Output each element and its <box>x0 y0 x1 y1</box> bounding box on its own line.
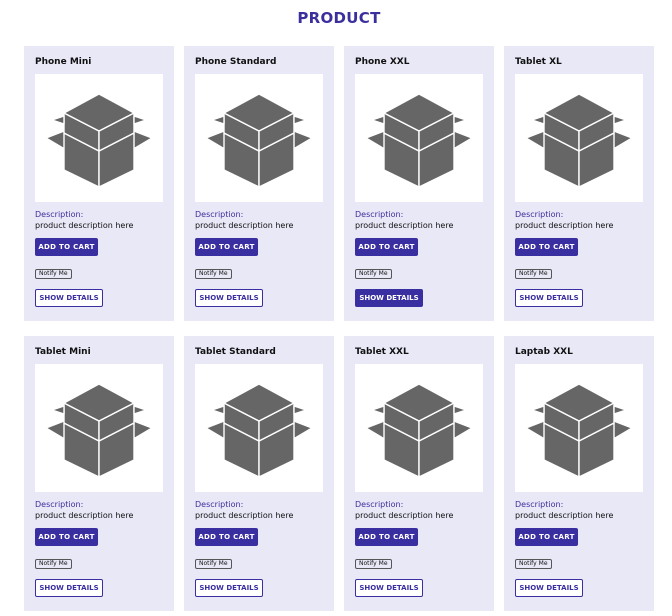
box-icon <box>45 383 153 478</box>
product-grid: Phone Mini Description: product descript… <box>24 46 654 611</box>
description-label: Description: <box>515 210 564 219</box>
add-to-cart-button[interactable]: ADD TO CART <box>35 238 98 256</box>
notify-me-button[interactable]: Notify Me <box>35 269 72 279</box>
description-text: product description here <box>195 511 294 520</box>
page-title: PRODUCT <box>297 9 381 27</box>
product-name: Phone Mini <box>35 57 92 67</box>
description-text: product description here <box>515 511 614 520</box>
show-details-button[interactable]: SHOW DETAILS <box>35 289 103 307</box>
show-details-button[interactable]: SHOW DETAILS <box>355 579 423 597</box>
show-details-button[interactable]: SHOW DETAILS <box>195 289 263 307</box>
notify-me-button[interactable]: Notify Me <box>355 559 392 569</box>
product-image <box>515 74 643 202</box>
product-name: Tablet Standard <box>195 347 276 357</box>
description-text: product description here <box>35 221 134 230</box>
notify-me-button[interactable]: Notify Me <box>515 269 552 279</box>
description-label: Description: <box>195 500 244 509</box>
box-icon <box>525 93 633 188</box>
product-card: Tablet Mini Description: product descrip… <box>24 336 174 611</box>
show-details-button[interactable]: SHOW DETAILS <box>515 289 583 307</box>
description-text: product description here <box>195 221 294 230</box>
description-label: Description: <box>355 500 404 509</box>
notify-me-button[interactable]: Notify Me <box>195 559 232 569</box>
product-image <box>515 364 643 492</box>
box-icon <box>365 383 473 478</box>
notify-me-button[interactable]: Notify Me <box>195 269 232 279</box>
notify-me-button[interactable]: Notify Me <box>355 269 392 279</box>
box-icon <box>205 93 313 188</box>
description-text: product description here <box>515 221 614 230</box>
add-to-cart-button[interactable]: ADD TO CART <box>355 238 418 256</box>
product-card: Tablet XL Description: product descripti… <box>504 46 654 321</box>
add-to-cart-button[interactable]: ADD TO CART <box>195 528 258 546</box>
box-icon <box>525 383 633 478</box>
description-text: product description here <box>35 511 134 520</box>
description-label: Description: <box>355 210 404 219</box>
product-card: Phone Standard Description: product desc… <box>184 46 334 321</box>
show-details-button[interactable]: SHOW DETAILS <box>195 579 263 597</box>
description-label: Description: <box>35 210 84 219</box>
product-name: Tablet XXL <box>355 347 409 357</box>
product-image <box>355 74 483 202</box>
add-to-cart-button[interactable]: ADD TO CART <box>515 238 578 256</box>
add-to-cart-button[interactable]: ADD TO CART <box>355 528 418 546</box>
product-card: Phone XXL Description: product descripti… <box>344 46 494 321</box>
product-image <box>195 364 323 492</box>
product-image <box>35 74 163 202</box>
product-card: Phone Mini Description: product descript… <box>24 46 174 321</box>
product-image <box>355 364 483 492</box>
box-icon <box>365 93 473 188</box>
add-to-cart-button[interactable]: ADD TO CART <box>515 528 578 546</box>
description-label: Description: <box>35 500 84 509</box>
product-image <box>195 74 323 202</box>
notify-me-button[interactable]: Notify Me <box>515 559 552 569</box>
product-name: Phone XXL <box>355 57 410 67</box>
show-details-button[interactable]: SHOW DETAILS <box>35 579 103 597</box>
add-to-cart-button[interactable]: ADD TO CART <box>195 238 258 256</box>
description-text: product description here <box>355 511 454 520</box>
box-icon <box>45 93 153 188</box>
product-card: Tablet XXL Description: product descript… <box>344 336 494 611</box>
product-card: Laptab XXL Description: product descript… <box>504 336 654 611</box>
description-label: Description: <box>195 210 244 219</box>
description-label: Description: <box>515 500 564 509</box>
product-image <box>35 364 163 492</box>
add-to-cart-button[interactable]: ADD TO CART <box>35 528 98 546</box>
show-details-button[interactable]: SHOW DETAILS <box>355 289 423 307</box>
product-name: Tablet Mini <box>35 347 91 357</box>
show-details-button[interactable]: SHOW DETAILS <box>515 579 583 597</box>
notify-me-button[interactable]: Notify Me <box>35 559 72 569</box>
product-name: Laptab XXL <box>515 347 573 357</box>
product-name: Tablet XL <box>515 57 562 67</box>
description-text: product description here <box>355 221 454 230</box>
box-icon <box>205 383 313 478</box>
product-name: Phone Standard <box>195 57 277 67</box>
product-card: Tablet Standard Description: product des… <box>184 336 334 611</box>
product-page: PRODUCT Phone Mini Description: product … <box>0 0 672 616</box>
